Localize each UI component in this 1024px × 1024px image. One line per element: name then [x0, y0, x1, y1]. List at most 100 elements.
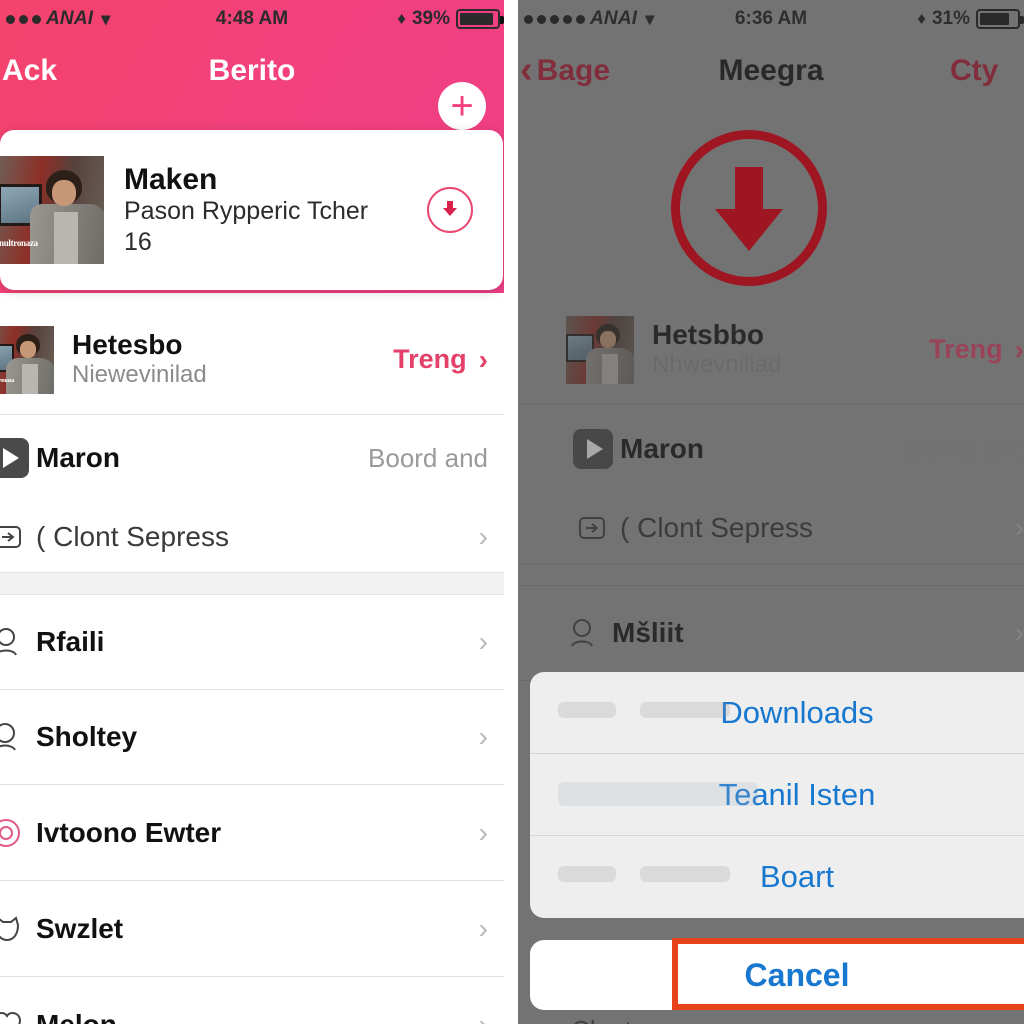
back-button[interactable]: Ack — [0, 54, 57, 88]
left-phone-screen: ANAI ▾ 4:48 AM ♦ 39% Ack Berito + nultro… — [0, 0, 504, 1024]
chevron-right-icon: › — [478, 343, 488, 375]
list-item-label: Melon — [36, 1008, 117, 1024]
chevron-right-icon: › — [1014, 333, 1024, 365]
left-list: nultronaza Hetesbo Niewevinilad Treng › … — [0, 305, 504, 1024]
list-item-right: › — [479, 913, 504, 945]
thumbnail-caption: nultronaza — [0, 238, 38, 248]
action-sheet-item-downloads[interactable]: Downloads — [530, 672, 1024, 754]
list-item-label: Maron — [620, 433, 704, 464]
left-status-bar: ANAI ▾ 4:48 AM ♦ 39% — [0, 0, 504, 38]
chevron-right-icon: › — [478, 1008, 488, 1024]
download-circle-icon[interactable] — [427, 187, 473, 233]
thumbnail-artwork: nultronaza — [0, 156, 104, 264]
list-item-right: › — [1015, 512, 1024, 544]
behind-row-label: Clont — [571, 1015, 632, 1024]
heart-icon — [0, 1009, 36, 1024]
featured-row-link[interactable]: Treng › — [929, 334, 1024, 366]
list-item-sholtey[interactable]: Sholtey › — [0, 690, 504, 785]
list-item-melon[interactable]: Melon › — [0, 977, 504, 1024]
featured-download-card[interactable]: nultronaza Maken Pason Rypperic Tcher 16 — [0, 130, 503, 290]
list-item-label: Maron — [36, 442, 120, 473]
action-sheet-item-label: Boart — [759, 859, 835, 894]
list-item-swzlet[interactable]: Swzlet › — [0, 881, 504, 977]
play-icon — [0, 438, 36, 478]
back-button-label: Ack — [2, 53, 58, 87]
row-thumbnail-caption: nultronaza — [0, 377, 14, 384]
featured-list-row[interactable]: nultronaza Hetesbo Niewevinilad Treng › — [0, 305, 504, 415]
panel-divider — [504, 0, 518, 1024]
right-header: ANAI ▾ 6:36 AM ♦ 31% ‹ Bage Meegra Cty — [518, 0, 1024, 110]
action-sheet-item-label: Downloads — [720, 694, 874, 730]
chevron-left-icon: ‹ — [520, 49, 533, 92]
list-item-label: Rfaili — [36, 626, 105, 657]
featured-row-subtitle: Niewevinilad — [72, 361, 207, 389]
status-time: 6:36 AM — [734, 8, 808, 29]
list-item-label: Sholtey — [36, 721, 138, 752]
right-list: Maron Bonrd anc ( Clont Sepress › Mšliit… — [518, 406, 1024, 681]
list-item-maron[interactable]: Maron Boord and — [0, 415, 504, 501]
list-item-clont-sepress[interactable]: ( Clont Sepress › — [518, 492, 1024, 564]
list-item-right: › — [479, 817, 504, 849]
card-meta: 16 — [124, 227, 152, 256]
chevron-right-icon: › — [1014, 511, 1024, 543]
chevron-right-icon: › — [478, 626, 488, 657]
add-button[interactable]: + — [438, 82, 486, 130]
featured-row-subtitle: Nhwevniliad — [652, 351, 782, 379]
chevron-right-icon: › — [478, 721, 488, 752]
card-thumbnail: nultronaza — [0, 156, 104, 264]
ghost-block — [640, 866, 730, 882]
behind-sheet-row: ▾ Clont — [540, 1015, 632, 1024]
card-export-icon — [566, 513, 620, 543]
chevron-right-icon: › — [478, 520, 488, 552]
list-item-label: Swzlet — [36, 912, 124, 944]
list-item-right: › — [479, 626, 504, 658]
ghost-block — [558, 782, 758, 806]
card-export-icon — [0, 522, 36, 552]
card-subtitle: Pason Rypperic Tcher — [124, 197, 369, 226]
featured-row-link-label: Treng — [393, 344, 467, 374]
battery-icon — [456, 9, 504, 29]
list-item-mliit[interactable]: Mšliit › — [518, 586, 1024, 681]
list-item-rfaili[interactable]: Rfaili › — [0, 595, 504, 690]
download-arrow-annotation — [671, 130, 827, 286]
card-title: Maken — [124, 162, 218, 196]
featured-row-title: Hetsbbo — [652, 319, 764, 350]
status-time: 4:48 AM — [215, 8, 289, 29]
row-thumbnail: nultronaza — [0, 325, 54, 394]
chevron-right-icon: › — [478, 912, 488, 944]
person-badge-icon — [558, 617, 612, 649]
list-item-right-text: Bonrd anc — [905, 433, 1024, 464]
back-button[interactable]: ‹ Bage — [518, 49, 610, 92]
left-nav-bar: Ack Berito + — [0, 38, 504, 130]
list-item-ivtoono-ewter[interactable]: Ivtoono Ewter › — [0, 785, 504, 881]
featured-list-row[interactable]: Hetsbbo Nhwevniliad Treng › — [518, 295, 1024, 405]
pink-smiley-icon — [0, 816, 36, 850]
cancel-button[interactable]: Cancel — [530, 940, 1024, 1010]
list-item-right: › — [479, 1009, 504, 1024]
nav-right-button[interactable]: Cty — [950, 54, 1024, 88]
featured-row-link[interactable]: Treng › — [393, 344, 504, 376]
list-item-right: Boord and — [368, 443, 504, 474]
featured-row-text: Hetsbbo Nhwevniliad — [634, 319, 781, 380]
ghost-block — [640, 702, 730, 718]
list-item-label: ( Clont Sepress — [36, 520, 229, 552]
card-text-block: Maken Pason Rypperic Tcher 16 — [104, 163, 427, 258]
list-item-clont-sepress[interactable]: ( Clont Sepress › — [0, 501, 504, 573]
ghost-block — [558, 702, 616, 718]
chevron-right-icon: › — [1014, 617, 1024, 648]
list-item-right: Bonrd anc — [905, 434, 1024, 465]
play-icon — [566, 429, 620, 469]
right-nav-bar: ‹ Bage Meegra Cty — [518, 38, 1024, 103]
list-item-label: ( Clont Sepress — [620, 511, 813, 543]
action-sheet-item-teanil-isten[interactable]: Teanil Isten — [530, 754, 1024, 836]
featured-row-link-label: Treng — [929, 334, 1003, 364]
battery-icon — [976, 9, 1024, 29]
cat-icon — [0, 913, 36, 945]
ghost-block — [558, 866, 616, 882]
plus-icon: + — [450, 84, 474, 128]
list-group-separator — [518, 564, 1024, 586]
list-item-right-text: Boord and — [368, 442, 488, 473]
list-item-maron[interactable]: Maron Bonrd anc — [518, 406, 1024, 492]
action-sheet-item-boart[interactable]: Boart — [530, 836, 1024, 918]
row-thumbnail — [566, 315, 634, 384]
